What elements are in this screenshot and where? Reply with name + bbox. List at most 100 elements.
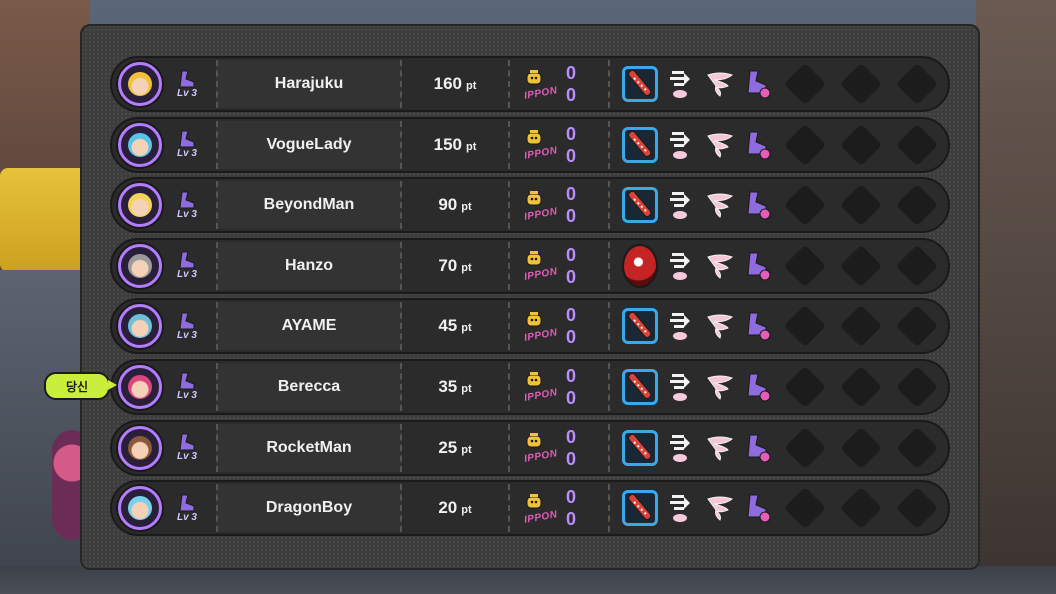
tornado-icon — [707, 254, 734, 279]
empty-slot[interactable] — [783, 244, 827, 287]
ippon-badge: IPPON — [523, 190, 558, 223]
empty-slot[interactable] — [895, 62, 939, 106]
loadout-cell — [610, 60, 948, 108]
ippon-counts: 0 0 — [566, 486, 576, 530]
ippon-counts: 0 0 — [566, 62, 576, 106]
player-row-1[interactable]: Lv 3 Harajuku 160 pt IPPON 0 0 — [110, 56, 950, 112]
empty-slot[interactable] — [783, 123, 827, 166]
tornado-icon — [707, 193, 734, 219]
player-row-6[interactable]: Lv 3 Berecca 35 pt IPPON 0 0 — [110, 358, 950, 415]
empty-slot[interactable] — [839, 244, 883, 287]
avatar-cell: Lv 3 — [112, 121, 216, 169]
player-row-2[interactable]: Lv 3 VogueLady 150 pt IPPON 0 0 — [110, 116, 950, 173]
name-cell: Berecca — [216, 362, 402, 411]
boot-icon — [179, 130, 195, 148]
empty-slot[interactable] — [839, 305, 883, 348]
avatar-cell: Lv 3 — [112, 242, 216, 290]
empty-slot[interactable] — [895, 305, 939, 348]
loadout-cell — [610, 484, 948, 532]
empty-slot[interactable] — [895, 244, 939, 287]
name-cell: BeyondMan — [216, 181, 402, 230]
avatar-cell: Lv 3 — [112, 302, 216, 350]
weapon-slot[interactable] — [622, 429, 658, 466]
empty-slot[interactable] — [839, 486, 883, 530]
ippon-count-top: 0 — [566, 244, 577, 265]
empty-slot[interactable] — [783, 486, 827, 530]
weapon-slot[interactable] — [622, 66, 658, 102]
ippon-badge: IPPON — [523, 130, 558, 162]
tornado-icon — [707, 375, 734, 400]
score-cell: 160 pt — [402, 60, 510, 108]
empty-slot[interactable] — [895, 183, 939, 227]
player-row-8[interactable]: Lv 3 DragonBoy 20 pt IPPON 0 0 — [110, 480, 950, 537]
scoreboard-rows: Lv 3 Harajuku 160 pt IPPON 0 0 Lv 3 Vogu… — [110, 56, 950, 541]
tornado-icon — [707, 314, 734, 340]
ippon-count-top: 0 — [566, 365, 577, 386]
empty-slot[interactable] — [839, 365, 883, 409]
player-row-7[interactable]: Lv 3 RocketMan 25 pt IPPON 0 0 — [110, 419, 950, 476]
player-row-4[interactable]: Lv 3 Hanzo 70 pt IPPON 0 0 — [110, 237, 950, 294]
ippon-label: IPPON — [523, 448, 559, 465]
level-text: Lv 3 — [176, 451, 197, 463]
player-row-5[interactable]: Lv 3 AYAME 45 pt IPPON 0 0 — [110, 298, 950, 355]
empty-slot[interactable] — [895, 365, 939, 409]
dash-skill-icon — [670, 71, 690, 98]
ippon-counts: 0 0 — [566, 426, 576, 470]
tornado-icon — [707, 133, 734, 158]
empty-slot[interactable] — [839, 123, 883, 166]
player-name: Harajuku — [274, 75, 344, 92]
bat-icon — [628, 433, 652, 460]
dash-skill-icon — [670, 131, 690, 159]
weapon-slot[interactable] — [622, 243, 658, 288]
empty-slot[interactable] — [895, 123, 939, 166]
avatar-face — [128, 496, 152, 521]
empty-slot[interactable] — [783, 305, 827, 348]
ippon-count-bottom: 0 — [566, 327, 577, 348]
empty-slot[interactable] — [839, 62, 883, 106]
boot-icon — [179, 312, 195, 330]
avatar-face — [128, 193, 152, 218]
ippon-count-bottom: 0 — [566, 387, 577, 408]
boot-skill-icon — [747, 312, 771, 341]
dash-skill-icon — [670, 373, 690, 401]
name-cell: VogueLady — [216, 120, 402, 169]
boot-skill-icon — [747, 373, 771, 402]
empty-slot[interactable] — [895, 426, 939, 469]
weapon-slot[interactable] — [622, 308, 658, 345]
avatar-cell: Lv 3 — [112, 181, 216, 229]
empty-slot[interactable] — [783, 183, 827, 227]
empty-slot[interactable] — [783, 426, 827, 469]
weapon-slot[interactable] — [622, 490, 658, 527]
weapon-slot[interactable] — [622, 368, 658, 405]
avatar-cell: Lv 3 — [112, 484, 216, 532]
loadout-cell — [610, 424, 948, 472]
ippon-badge: IPPON — [523, 493, 558, 526]
dash-skill-icon — [670, 192, 690, 220]
weapon-slot[interactable] — [622, 126, 658, 163]
ippon-count-top: 0 — [566, 487, 577, 508]
avatar — [118, 122, 162, 167]
level-badge: Lv 3 — [170, 372, 204, 401]
dash-skill-icon — [670, 434, 690, 462]
coin-icon — [526, 493, 542, 509]
ippon-label: IPPON — [523, 266, 559, 284]
avatar-face — [128, 132, 152, 157]
empty-slot[interactable] — [839, 426, 883, 469]
empty-slot[interactable] — [839, 183, 883, 227]
empty-slot[interactable] — [895, 486, 939, 530]
avatar — [118, 243, 162, 288]
coin-icon — [526, 311, 542, 327]
level-badge: Lv 3 — [170, 191, 204, 220]
loadout-cell — [610, 302, 948, 350]
level-badge: Lv 3 — [170, 130, 204, 159]
background-wall — [976, 0, 1056, 594]
ippon-counts: 0 0 — [566, 365, 576, 409]
level-badge: Lv 3 — [170, 70, 204, 99]
level-text: Lv 3 — [176, 390, 197, 402]
ippon-cell: IPPON 0 0 — [510, 423, 610, 472]
empty-slot[interactable] — [783, 365, 827, 409]
empty-slot[interactable] — [783, 62, 827, 106]
player-row-3[interactable]: Lv 3 BeyondMan 90 pt IPPON 0 0 — [110, 177, 950, 234]
weapon-slot[interactable] — [622, 187, 658, 224]
avatar — [118, 183, 162, 228]
